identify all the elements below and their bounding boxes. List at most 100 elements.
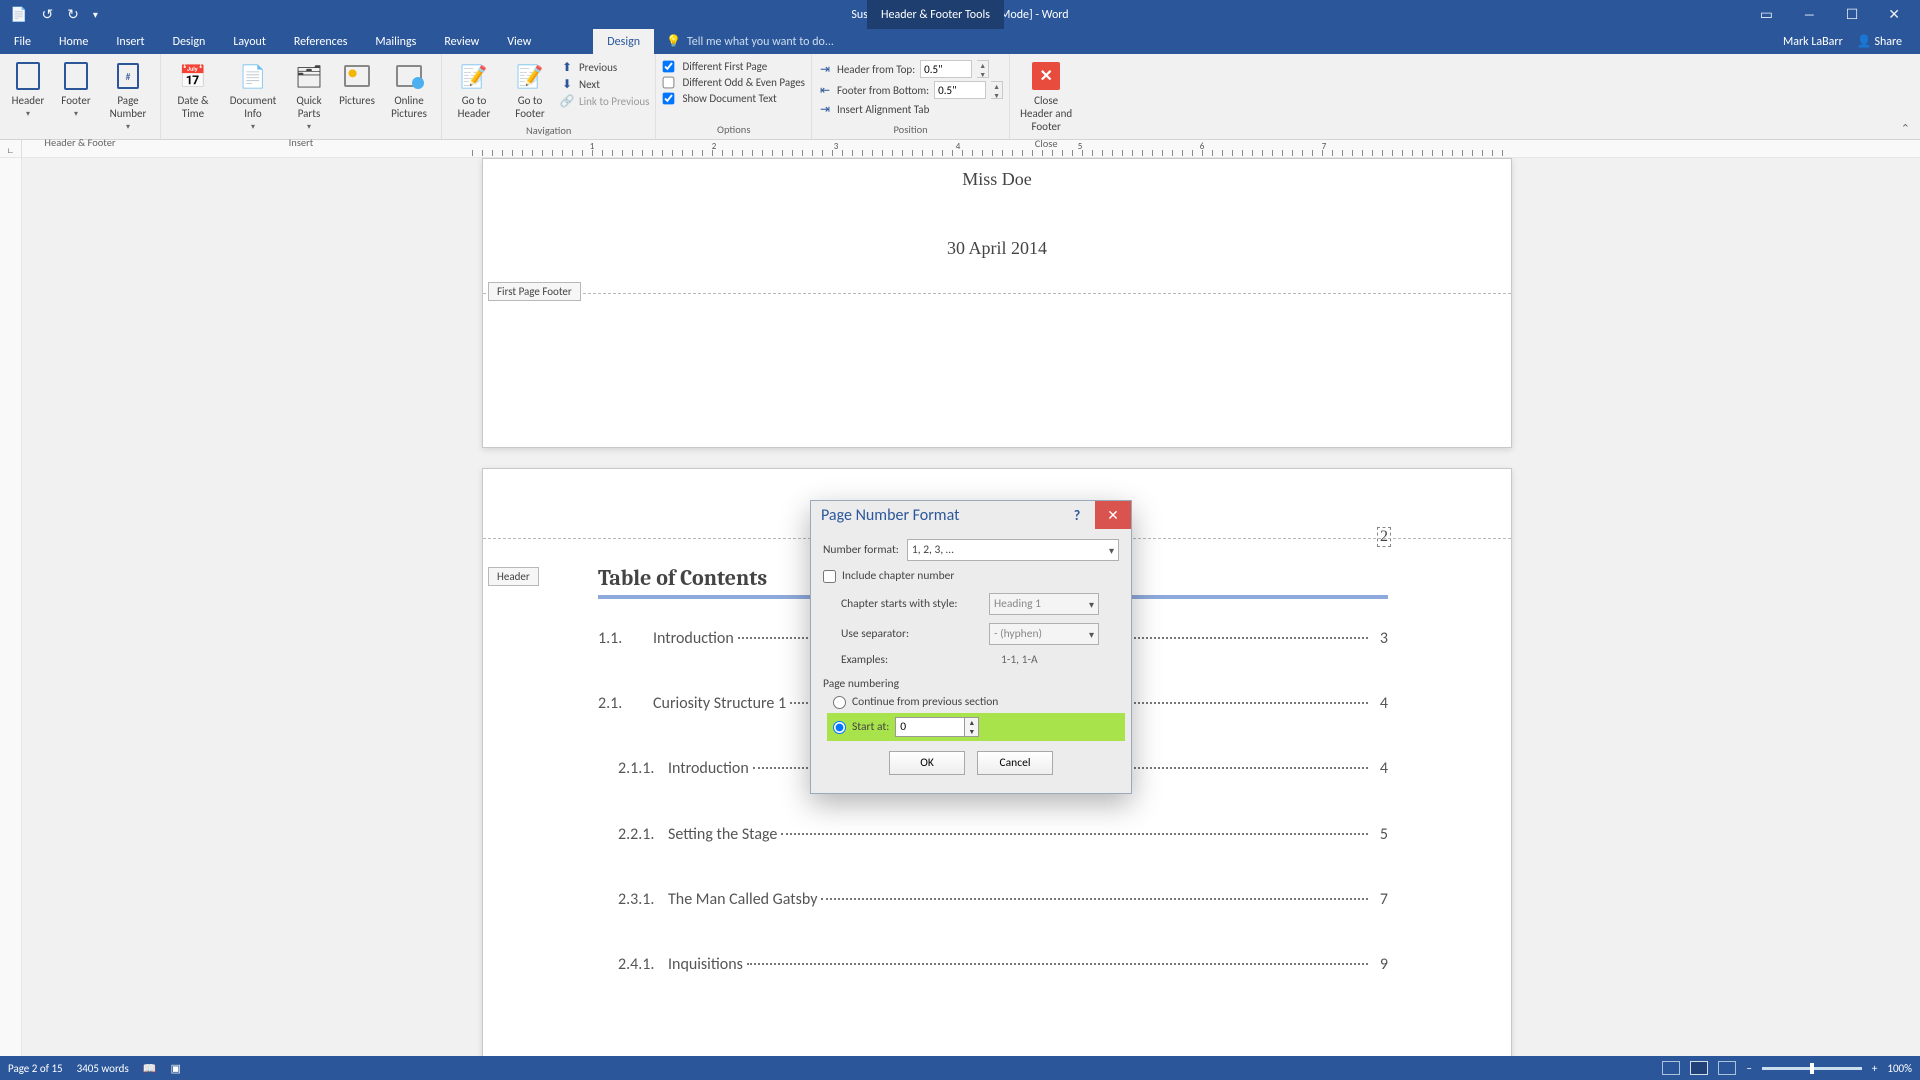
group-position: ⇥ Header from Top: ▲▼ ⇤ Footer from Bott… [812,54,1010,139]
web-layout-icon[interactable] [1718,1061,1736,1075]
date-time-button[interactable]: 📅 Date & Time [167,58,219,122]
header-button[interactable]: Header ▾ [6,58,50,121]
document-area: Miss Doe 30 April 2014 First Page Footer… [0,158,1920,1056]
continue-radio[interactable]: Continue from previous section [833,695,1119,709]
toc-text: Introduction [668,759,749,778]
close-window-icon[interactable]: ✕ [1888,6,1900,23]
word-count[interactable]: 3405 words [77,1062,129,1075]
group-insert: 📅 Date & Time 📄 Document Info ▾ 🗂 Quick … [161,54,442,139]
toc-page: 7 [1372,890,1388,909]
quick-parts-button[interactable]: 🗂 Quick Parts ▾ [287,58,331,134]
document-info-button[interactable]: 📄 Document Info ▾ [223,58,283,134]
toc-num: 2.2.1. [598,825,668,844]
redo-icon[interactable]: ↻ [67,6,79,23]
goto-footer-button[interactable]: 📝 Go to Footer [504,58,556,122]
group-navigation: 📝 Go to Header 📝 Go to Footer ⬆Previous … [442,54,656,139]
online-pictures-button[interactable]: Online Pictures [383,58,435,122]
minimize-icon[interactable]: ― [1803,6,1816,23]
quick-access-toolbar: 📄 ↺ ↻ ▾ [0,0,98,29]
ribbon: Header ▾ Footer ▾ # Page Number ▾ Header… [0,54,1920,140]
tab-design-context[interactable]: Design [593,29,654,54]
zoom-out-icon[interactable]: − [1746,1062,1751,1075]
tab-home[interactable]: Home [45,29,102,54]
tab-mailings[interactable]: Mailings [361,29,430,54]
different-odd-even-checkbox[interactable]: Different Odd & Even Pages [662,76,805,89]
spin-down-icon[interactable]: ▼ [965,727,978,736]
page-number-button[interactable]: # Page Number ▾ [102,58,154,134]
link-to-previous-button[interactable]: 🔗Link to Previous [560,94,649,108]
toc-text: Curiosity Structure 1 [653,694,786,713]
insert-alignment-tab-button[interactable]: ⇥Insert Alignment Tab [818,102,1003,116]
ruler-corner[interactable]: ∟ [0,140,22,158]
tab-layout[interactable]: Layout [219,29,280,54]
tab-references[interactable]: References [280,29,362,54]
start-at-input[interactable] [895,717,965,737]
link-icon: 🔗 [560,94,574,108]
dialog-title: Page Number Format [821,506,959,525]
next-button[interactable]: ⬇Next [560,77,649,91]
page-numbering-label: Page numbering [823,677,1119,691]
number-format-select[interactable]: 1, 2, 3, …▾ [907,539,1119,561]
page-number-format-dialog: Page Number Format ? ✕ Number format: 1,… [810,500,1132,794]
footer-from-bottom-input[interactable] [934,81,986,99]
spell-check-icon[interactable]: 📖 [143,1062,157,1075]
zoom-in-icon[interactable]: + [1872,1062,1877,1075]
header-line-1[interactable]: Miss Doe [483,169,1511,190]
spin-down-icon[interactable]: ▼ [977,70,988,79]
vertical-ruler[interactable] [0,158,22,1056]
spin-up-icon[interactable]: ▲ [977,61,988,70]
save-icon[interactable]: 📄 [10,6,27,23]
spin-down-icon[interactable]: ▼ [991,91,1002,100]
footer-button[interactable]: Footer ▾ [54,58,98,121]
undo-icon[interactable]: ↺ [41,6,53,23]
toc-num: 2.1. [598,694,653,713]
spin-up-icon[interactable]: ▲ [991,82,1002,91]
tab-insert[interactable]: Insert [102,29,158,54]
header-from-top-input[interactable] [920,60,972,78]
dialog-help-button[interactable]: ? [1059,501,1095,529]
spin-up-icon[interactable]: ▲ [965,718,978,727]
ribbon-display-options-icon[interactable]: ▭ [1760,6,1773,23]
tell-me-search[interactable]: 💡 Tell me what you want to do... [654,29,834,54]
zoom-slider[interactable] [1762,1067,1862,1070]
chapter-starts-select: Heading 1▾ [989,593,1099,615]
tab-review[interactable]: Review [430,29,493,54]
cancel-button[interactable]: Cancel [977,751,1053,775]
status-bar: Page 2 of 15 3405 words 📖 ▣ − + 100% [0,1056,1920,1080]
horizontal-ruler[interactable]: 1 2 3 4 5 6 7 [472,140,1512,158]
start-at-radio[interactable]: Start at: [833,720,889,734]
tab-view[interactable]: View [493,29,545,54]
share-button[interactable]: 👤 Share [1857,34,1902,49]
user-name[interactable]: Mark LaBarr [1783,35,1843,49]
document-info-icon: 📄 [237,60,269,92]
different-first-page-checkbox[interactable]: Different First Page [662,60,805,73]
tell-me-placeholder: Tell me what you want to do... [687,35,834,49]
toc-page: 3 [1372,629,1388,648]
include-chapter-checkbox[interactable]: Include chapter number [823,569,1119,583]
tab-file[interactable]: File [0,29,45,54]
goto-header-button[interactable]: 📝 Go to Header [448,58,500,122]
tab-design[interactable]: Design [159,29,220,54]
pictures-button[interactable]: Pictures [335,58,379,109]
next-icon: ⬇ [560,77,574,91]
dialog-close-button[interactable]: ✕ [1095,501,1131,529]
previous-button[interactable]: ⬆Previous [560,60,649,74]
macro-icon[interactable]: ▣ [170,1062,180,1075]
show-document-text-checkbox[interactable]: Show Document Text [662,92,805,105]
close-header-footer-button[interactable]: ✕ Close Header and Footer [1016,58,1076,135]
customize-qat-icon[interactable]: ▾ [93,8,98,21]
footer-boundary-line [483,293,1511,294]
ok-button[interactable]: OK [889,751,965,775]
page-number-field[interactable]: 2 [1377,527,1391,547]
toc-row: 2.4.1.Inquisitions9 [598,955,1388,974]
read-mode-icon[interactable] [1662,1061,1680,1075]
print-layout-icon[interactable] [1690,1061,1708,1075]
dialog-title-bar[interactable]: Page Number Format ? ✕ [811,501,1131,529]
zoom-level[interactable]: 100% [1887,1062,1912,1075]
maximize-icon[interactable]: ☐ [1846,6,1859,23]
header-line-2[interactable]: 30 April 2014 [483,238,1511,259]
page-count[interactable]: Page 2 of 15 [8,1062,63,1075]
collapse-ribbon-icon[interactable]: ⌃ [1901,122,1910,135]
goto-footer-icon: 📝 [514,60,546,92]
toc-num: 1.1. [598,629,653,648]
